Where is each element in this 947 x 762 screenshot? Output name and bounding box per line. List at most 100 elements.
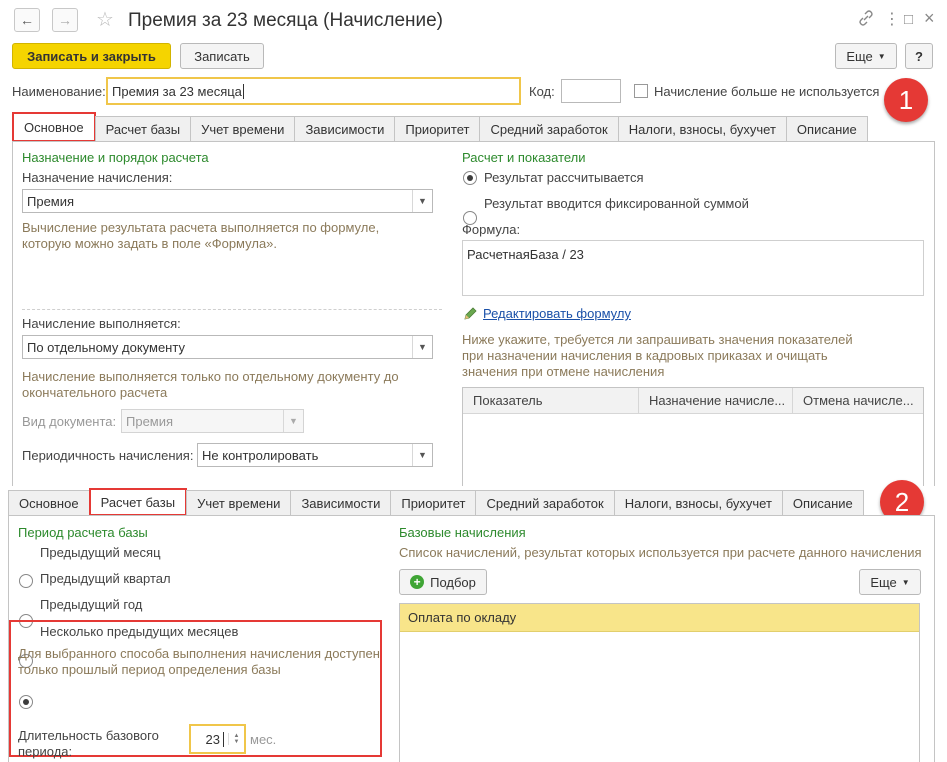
help-button[interactable]: ?: [905, 43, 933, 69]
indicators-table[interactable]: Показатель Назначение начисле... Отмена …: [462, 387, 924, 487]
list-item-label: Оплата по окладу: [408, 610, 517, 625]
favorite-star-icon[interactable]: ☆: [96, 8, 114, 32]
chevron-down-icon: ▼: [412, 336, 432, 358]
radio-result-calculated-label: Результат рассчитывается: [484, 170, 644, 185]
save-and-close-button[interactable]: Записать и закрыть: [12, 43, 171, 69]
arrow-right-icon: →: [58, 12, 72, 28]
chevron-down-icon: ▼: [283, 410, 303, 432]
duration-stepper[interactable]: 23 ▲ ▼: [189, 724, 246, 754]
tab-average-earnings[interactable]: Средний заработок: [479, 116, 619, 142]
tab-main[interactable]: Основное: [8, 490, 90, 516]
tab-priority[interactable]: Приоритет: [394, 116, 481, 142]
purpose-hint: Вычисление результата расчета выполняетс…: [22, 220, 380, 251]
column-assignment[interactable]: Назначение начисле...: [639, 388, 793, 413]
purpose-select-value: Премия: [27, 193, 75, 209]
radio-several-months[interactable]: [19, 695, 33, 709]
formula-field[interactable]: РасчетнаяБаза / 23: [462, 240, 924, 296]
name-input[interactable]: Премия за 23 месяца: [106, 77, 521, 105]
base-hint: Список начислений, результат которых исп…: [399, 545, 922, 560]
maximize-icon[interactable]: □: [904, 10, 913, 30]
tab-dependencies[interactable]: Зависимости: [294, 116, 396, 142]
tab-description[interactable]: Описание: [785, 116, 868, 142]
exec-label: Начисление выполняется:: [22, 316, 181, 331]
tab-average-earnings[interactable]: Средний заработок: [475, 490, 615, 516]
back-button[interactable]: ←: [14, 8, 40, 32]
close-icon[interactable]: ×: [924, 8, 935, 28]
code-input[interactable]: [561, 79, 621, 103]
radio-result-fixed-label: Результат вводится фиксированной суммой: [484, 196, 749, 211]
arrow-left-icon: ←: [20, 12, 34, 28]
chevron-down-icon: ▼: [901, 577, 910, 587]
link-icon[interactable]: [858, 10, 874, 31]
duration-value: 23: [205, 731, 220, 747]
indicators-table-header: Показатель Назначение начисле... Отмена …: [463, 388, 923, 414]
formula-label: Формула:: [462, 222, 521, 237]
more-button[interactable]: Еще ▼: [835, 43, 897, 69]
calc-section-title: Расчет и показатели: [462, 150, 586, 165]
radio-previous-month[interactable]: [19, 574, 33, 588]
period-section-title: Период расчета базы: [18, 525, 148, 540]
edit-formula-link[interactable]: Редактировать формулу: [483, 306, 631, 321]
more-button-label: Еще: [846, 48, 873, 64]
purpose-label: Назначение начисления:: [22, 170, 173, 185]
name-label: Наименование:: [12, 84, 106, 99]
radio-result-calculated[interactable]: [463, 171, 477, 185]
not-used-label: Начисление больше не используется: [654, 84, 880, 99]
tab-description[interactable]: Описание: [781, 490, 864, 516]
column-cancellation[interactable]: Отмена начисле...: [793, 388, 923, 413]
chevron-down-icon: ▼: [412, 444, 432, 466]
base-section-title: Базовые начисления: [399, 525, 526, 540]
periodicity-select-value: Не контролировать: [202, 447, 319, 463]
tab-time-tracking[interactable]: Учет времени: [190, 116, 296, 142]
tab-base-calc[interactable]: Расчет базы: [88, 488, 188, 516]
radio-previous-month-label: Предыдущий месяц: [40, 545, 161, 560]
more-vertical-icon[interactable]: ⋮: [884, 10, 900, 30]
name-input-value: Премия за 23 месяца: [112, 83, 242, 99]
radio-previous-quarter-label: Предыдущий квартал: [40, 571, 171, 586]
tab-priority[interactable]: Приоритет: [390, 490, 477, 516]
exec-select[interactable]: По отдельному документу ▼: [22, 335, 433, 359]
duration-label: Длительность базового периода:: [18, 728, 159, 759]
radio-several-months-label: Несколько предыдущих месяцев: [40, 624, 239, 639]
purpose-section-title: Назначение и порядок расчета: [22, 150, 209, 165]
base-more-button[interactable]: Еще ▼: [859, 569, 921, 595]
duration-unit: мес.: [250, 732, 277, 747]
plus-icon: +: [410, 575, 425, 589]
column-indicator[interactable]: Показатель: [463, 388, 639, 413]
exec-select-value: По отдельному документу: [27, 339, 185, 355]
window-title: Премия за 23 месяца (Начисление): [128, 10, 444, 31]
tab-taxes[interactable]: Налоги, взносы, бухучет: [617, 116, 787, 142]
purpose-select[interactable]: Премия ▼: [22, 189, 433, 213]
doc-type-select-value: Премия: [126, 413, 174, 429]
doc-type-select: Премия ▼: [121, 409, 304, 433]
save-button[interactable]: Записать: [180, 43, 264, 69]
annotation-badge-1: 1: [884, 78, 928, 122]
chevron-down-icon: ▼: [877, 51, 886, 61]
tabs-top: Основное Расчет базы Учет времени Зависи…: [12, 112, 868, 142]
tab-taxes[interactable]: Налоги, взносы, бухучет: [613, 490, 783, 516]
list-item[interactable]: Оплата по окладу: [400, 604, 919, 632]
not-used-checkbox[interactable]: [634, 84, 648, 98]
tab-main[interactable]: Основное: [12, 112, 96, 142]
tab-base-calc[interactable]: Расчет базы: [94, 116, 192, 142]
doc-type-label: Вид документа:: [22, 414, 117, 429]
exec-hint: Начисление выполняется только по отдельн…: [22, 369, 399, 400]
forward-button[interactable]: →: [52, 8, 78, 32]
indicators-hint: Ниже укажите, требуется ли запрашивать з…: [462, 332, 853, 379]
tabs-bottom: Основное Расчет базы Учет времени Зависи…: [8, 488, 864, 516]
pick-button-label: Подбор: [430, 574, 476, 590]
chevron-down-icon: ▼: [412, 190, 432, 212]
stepper-arrows-icon[interactable]: ▲ ▼: [228, 733, 244, 745]
period-hint: Для выбранного способа выполнения начисл…: [18, 646, 380, 677]
periodicity-label: Периодичность начисления:: [22, 448, 194, 463]
periodicity-select[interactable]: Не контролировать ▼: [197, 443, 433, 467]
radio-previous-year-label: Предыдущий год: [40, 597, 143, 612]
pick-button[interactable]: + Подбор: [399, 569, 487, 595]
base-items-list[interactable]: Оплата по окладу: [399, 603, 920, 762]
pencil-icon: [462, 306, 478, 322]
base-more-label: Еще: [870, 574, 897, 590]
code-label: Код:: [529, 84, 555, 99]
divider: [22, 309, 442, 310]
tab-time-tracking[interactable]: Учет времени: [186, 490, 292, 516]
tab-dependencies[interactable]: Зависимости: [290, 490, 392, 516]
